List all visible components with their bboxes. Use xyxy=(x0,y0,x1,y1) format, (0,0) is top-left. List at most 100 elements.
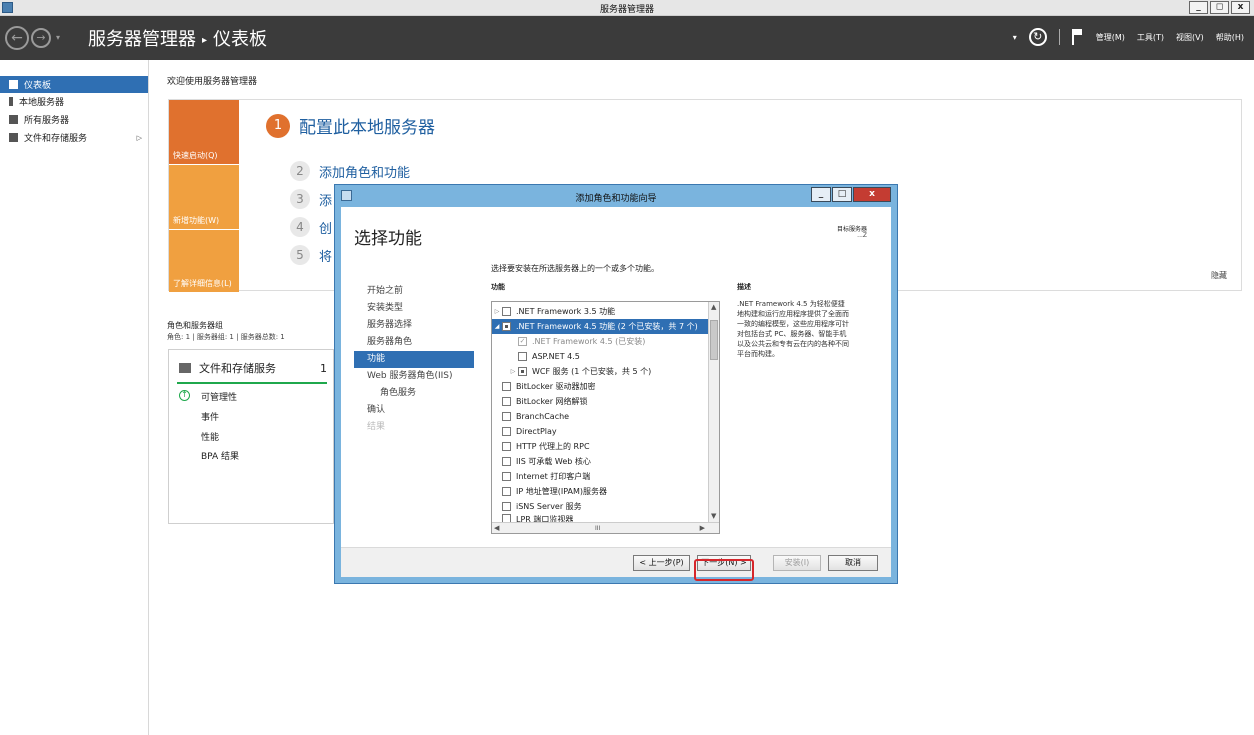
step-5[interactable]: 5 将 xyxy=(290,245,332,265)
feature-row[interactable]: ▷ .NET Framework 3.5 功能 xyxy=(492,304,615,319)
role-card-count: 1 xyxy=(320,361,327,375)
wizard-step-server-selection[interactable]: 服务器选择 xyxy=(354,317,474,334)
refresh-icon[interactable]: ↻ xyxy=(1028,28,1047,46)
tile-whats-new[interactable]: 新增功能(W) xyxy=(169,165,239,229)
menu-manage[interactable]: 管理(M) xyxy=(1096,32,1125,43)
back-arrow-icon[interactable]: ← xyxy=(5,26,29,50)
scroll-down-icon[interactable]: ▼ xyxy=(711,512,716,521)
feature-checkbox[interactable] xyxy=(502,442,511,451)
feature-label: Internet 打印客户端 xyxy=(516,472,591,481)
scroll-right-icon[interactable]: ▶ xyxy=(700,524,705,533)
expand-arrow-icon[interactable]: ▷ xyxy=(508,368,518,375)
destination-server-value: ...Z xyxy=(857,232,867,239)
step-3[interactable]: 3 添 xyxy=(290,189,332,209)
feature-row[interactable]: ✓ .NET Framework 4.5 (已安装) xyxy=(492,334,645,349)
wizard-step-before-begin[interactable]: 开始之前 xyxy=(354,283,474,300)
feature-row[interactable]: HTTP 代理上的 RPC xyxy=(492,439,590,454)
minimize-button[interactable]: _ xyxy=(1189,1,1208,14)
wizard-step-server-roles[interactable]: 服务器角色 xyxy=(354,334,474,351)
wizard-step-web-server-role[interactable]: Web 服务器角色(IIS) xyxy=(354,368,474,385)
menu-help[interactable]: 帮助(H) xyxy=(1216,32,1244,43)
feature-row[interactable]: DirectPlay xyxy=(492,424,557,439)
feature-row[interactable]: ▷ WCF 服务 (1 个已安装，共 5 个) xyxy=(492,364,651,379)
server-icon xyxy=(9,97,13,106)
step-add-roles[interactable]: 2 添加角色和功能 xyxy=(290,161,410,181)
role-row-manageability[interactable]: 可管理性 xyxy=(201,390,237,403)
storage-icon xyxy=(179,363,191,373)
menu-view[interactable]: 视图(V) xyxy=(1176,32,1204,43)
feature-row[interactable]: Internet 打印客户端 xyxy=(492,469,590,484)
feature-row[interactable]: BitLocker 驱动器加密 xyxy=(492,379,596,394)
feature-row[interactable]: BranchCache xyxy=(492,409,569,424)
step-4[interactable]: 4 创 xyxy=(290,217,332,237)
feature-checkbox[interactable] xyxy=(502,307,511,316)
forward-arrow-icon[interactable]: → xyxy=(31,28,51,48)
welcome-title: 欢迎使用服务器管理器 xyxy=(167,77,258,87)
dialog-close-button[interactable]: x xyxy=(853,187,891,202)
tile-quick-start[interactable]: 快速启动(Q) xyxy=(169,100,239,164)
notification-flag-icon[interactable] xyxy=(1071,29,1084,45)
role-row-bpa[interactable]: BPA 结果 xyxy=(201,449,239,462)
feature-checkbox[interactable] xyxy=(502,502,511,511)
wizard-step-features[interactable]: 功能 xyxy=(354,351,474,368)
sidebar-item-local-server[interactable]: 本地服务器 xyxy=(0,93,148,110)
previous-button[interactable]: < 上一步(P) xyxy=(633,555,690,571)
feature-row[interactable]: iSNS Server 服务 xyxy=(492,499,582,514)
breadcrumb-separator: ▸ xyxy=(202,35,208,46)
cancel-button[interactable]: 取消 xyxy=(828,555,878,571)
dialog-maximize-button[interactable]: □ xyxy=(832,187,852,202)
feature-checkbox[interactable] xyxy=(502,487,511,496)
expand-arrow-icon[interactable]: ▷ xyxy=(492,308,502,315)
features-tree[interactable]: ▷ .NET Framework 3.5 功能 ◢ .NET Framework… xyxy=(491,301,720,534)
feature-row[interactable]: ASP.NET 4.5 xyxy=(492,349,580,364)
wizard-step-role-services[interactable]: 角色服务 xyxy=(354,385,474,402)
feature-label: IIS 可承载 Web 核心 xyxy=(516,457,591,466)
sidebar-item-all-servers[interactable]: 所有服务器 xyxy=(0,111,148,128)
step-configure-local-server[interactable]: 1 配置此本地服务器 xyxy=(266,113,435,138)
hide-link[interactable]: 隐藏 xyxy=(1211,270,1227,281)
sidebar: 仪表板 本地服务器 所有服务器 文件和存储服务 ▷ xyxy=(0,60,149,735)
role-card-file-storage[interactable]: 文件和存储服务 1 ↑ 可管理性 事件 性能 BPA 结果 xyxy=(168,349,334,524)
dialog-heading: 选择功能 xyxy=(354,229,422,249)
close-button[interactable]: x xyxy=(1231,1,1250,14)
feature-checkbox-partial[interactable] xyxy=(518,367,527,376)
feature-row-selected[interactable]: ◢ .NET Framework 4.5 功能 (2 个已安装，共 7 个) xyxy=(492,319,708,334)
feature-checkbox[interactable] xyxy=(502,412,511,421)
breadcrumb-page: 仪表板 xyxy=(213,29,268,50)
wizard-step-confirm[interactable]: 确认 xyxy=(354,402,474,419)
feature-checkbox[interactable] xyxy=(502,427,511,436)
feature-row[interactable]: IP 地址管理(IPAM)服务器 xyxy=(492,484,607,499)
servers-icon xyxy=(9,115,18,124)
tile-learn-more[interactable]: 了解详细信息(L) xyxy=(169,230,239,292)
restore-button[interactable]: ◻ xyxy=(1210,1,1229,14)
instruction-text: 选择要安装在所选服务器上的一个或多个功能。 xyxy=(491,264,659,273)
scroll-up-icon[interactable]: ▲ xyxy=(711,303,716,312)
scrollbar-thumb[interactable] xyxy=(710,320,718,360)
step-label: 添加角色和功能 xyxy=(319,165,411,181)
scroll-thumb-grip[interactable]: III xyxy=(595,524,600,533)
history-dropdown-icon[interactable]: ▾ xyxy=(56,33,60,42)
wizard-step-install-type[interactable]: 安装类型 xyxy=(354,300,474,317)
feature-checkbox[interactable] xyxy=(502,472,511,481)
feature-checkbox[interactable] xyxy=(502,397,511,406)
sidebar-item-file-storage[interactable]: 文件和存储服务 ▷ xyxy=(0,129,148,146)
scroll-left-icon[interactable]: ◀ xyxy=(494,524,499,533)
feature-label: iSNS Server 服务 xyxy=(516,502,582,511)
role-row-events[interactable]: 事件 xyxy=(201,410,219,423)
collapse-arrow-icon[interactable]: ◢ xyxy=(492,323,502,330)
refresh-dropdown-icon[interactable]: ▾ xyxy=(1013,33,1017,42)
feature-row[interactable]: BitLocker 网络解锁 xyxy=(492,394,588,409)
chevron-right-icon[interactable]: ▷ xyxy=(137,134,142,142)
vertical-scrollbar[interactable]: ▲ ▼ xyxy=(708,302,719,533)
dialog-minimize-button[interactable]: _ xyxy=(811,187,831,202)
feature-checkbox[interactable] xyxy=(518,352,527,361)
sidebar-item-dashboard[interactable]: 仪表板 xyxy=(0,76,148,93)
app-header: ← → ▾ 服务器管理器 ▸ 仪表板 ▾ ↻ 管理(M) 工具(T) 视图(V) 帮… xyxy=(0,16,1254,60)
menu-tools[interactable]: 工具(T) xyxy=(1137,32,1164,43)
horizontal-scrollbar[interactable]: ◀ III ▶ xyxy=(492,522,719,533)
role-row-performance[interactable]: 性能 xyxy=(201,430,219,443)
feature-checkbox[interactable] xyxy=(502,382,511,391)
feature-checkbox-partial[interactable] xyxy=(502,322,511,331)
feature-checkbox[interactable] xyxy=(502,457,511,466)
feature-row[interactable]: IIS 可承载 Web 核心 xyxy=(492,454,591,469)
